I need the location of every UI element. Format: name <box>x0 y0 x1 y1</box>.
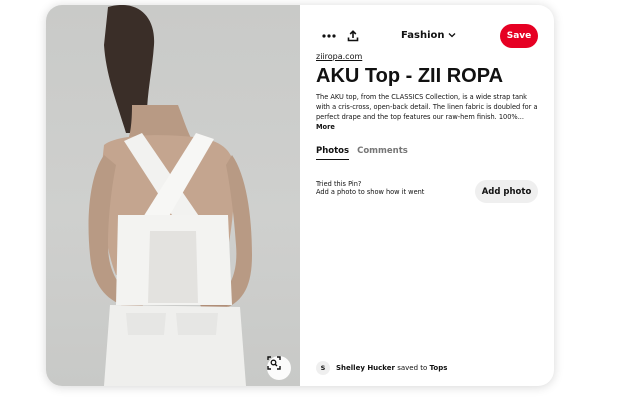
pin-description: The AKU top, from the CLASSICS Collectio… <box>316 92 540 132</box>
more-link[interactable]: More <box>316 123 335 131</box>
saved-by-text: Shelley Hucker saved to Tops <box>336 364 447 372</box>
visual-search-button[interactable] <box>267 356 291 380</box>
source-link[interactable]: ziiropa.com <box>316 52 362 61</box>
board-dropdown[interactable]: Fashion <box>401 24 456 46</box>
saved-by: S Shelley Hucker saved to Tops <box>316 361 447 375</box>
save-button[interactable]: Save <box>500 24 538 48</box>
lens-icon <box>267 356 281 370</box>
ellipsis-icon <box>322 34 336 38</box>
tabs: Photos Comments <box>316 146 408 160</box>
add-photo-button[interactable]: Add photo <box>475 180 538 203</box>
pin-description-text: The AKU top, from the CLASSICS Collectio… <box>316 93 538 121</box>
tab-photos[interactable]: Photos <box>316 146 350 160</box>
pin-image-illustration <box>88 5 252 386</box>
tab-comments[interactable]: Comments <box>357 146 408 160</box>
pin-title: AKU Top - ZII ROPA <box>316 65 504 87</box>
chevron-down-icon <box>449 33 456 38</box>
share-button[interactable] <box>341 24 365 48</box>
board-name: Fashion <box>401 29 445 41</box>
tried-heading: Tried this Pin? <box>316 180 362 188</box>
avatar[interactable]: S <box>316 361 330 375</box>
more-options-button[interactable] <box>317 24 341 48</box>
saved-by-verb: saved to <box>397 364 428 372</box>
pin-image[interactable] <box>46 5 300 386</box>
share-icon <box>347 30 359 42</box>
saved-to-board[interactable]: Tops <box>430 364 448 372</box>
saved-by-user[interactable]: Shelley Hucker <box>336 364 395 372</box>
tried-subtext: Add a photo to show how it went <box>316 188 425 196</box>
tried-this-pin: Tried this Pin? Add a photo to show how … <box>316 180 424 196</box>
